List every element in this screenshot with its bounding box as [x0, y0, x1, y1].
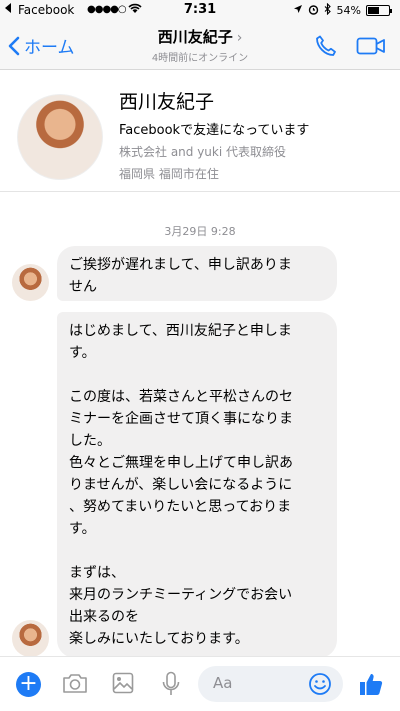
video-call-button[interactable]	[356, 37, 386, 59]
conversation-nav-bar: ホーム 西川友紀子 › 4時間前にオンライン	[0, 20, 400, 70]
location-arrow-icon	[293, 4, 303, 17]
microphone-icon	[162, 671, 180, 695]
video-camera-icon	[356, 37, 385, 55]
message-composer: + Aa	[0, 656, 400, 711]
profile-name: 西川友紀子	[119, 91, 215, 113]
smiley-icon	[309, 673, 331, 695]
message-timestamp: 3月29日 9:28	[164, 225, 236, 238]
sender-avatar[interactable]	[12, 620, 49, 657]
voice-message-button[interactable]	[162, 671, 180, 701]
plus-icon: +	[19, 671, 38, 696]
message-input-placeholder: Aa	[213, 674, 233, 692]
contact-profile-card: 西川友紀子 Facebookで友達になっています 株式会社 and yuki 代…	[0, 70, 400, 192]
emoji-button[interactable]	[308, 672, 332, 700]
photo-gallery-button[interactable]	[112, 672, 134, 698]
battery-percent: 54%	[336, 4, 361, 17]
conversation-title[interactable]: 西川友紀子 › 4時間前にオンライン	[0, 26, 400, 64]
battery-icon	[366, 5, 392, 16]
voice-call-button[interactable]	[314, 34, 338, 62]
thumbs-up-icon	[360, 674, 383, 695]
message-bubble[interactable]: はじめまして、西川友紀子と申しま す。 この度は、若菜さんと平松さんのセ ミナー…	[57, 312, 337, 658]
friend-status: Facebookで友達になっています	[119, 123, 310, 138]
chevron-right-icon: ›	[236, 30, 243, 46]
online-status: 4時間前にオンライン	[151, 53, 249, 64]
camera-icon	[63, 674, 87, 693]
profile-location: 福岡県 福岡市在住	[119, 167, 219, 181]
status-bar: Facebook ●●●●○ 7:31 54%	[0, 0, 400, 20]
more-actions-button[interactable]: +	[16, 672, 41, 697]
profile-company: 株式会社 and yuki 代表取締役	[119, 145, 287, 159]
message-bubble[interactable]: ご挨拶が遅れまして、申し訳ありま せん	[57, 246, 337, 301]
contact-name: 西川友紀子	[157, 28, 233, 46]
camera-button[interactable]	[62, 672, 88, 698]
like-button[interactable]	[358, 671, 384, 701]
phone-icon	[316, 35, 336, 56]
contact-avatar[interactable]	[17, 94, 103, 180]
bluetooth-icon	[324, 2, 332, 18]
alarm-clock-icon	[308, 4, 319, 18]
sender-avatar[interactable]	[12, 264, 49, 301]
image-icon	[112, 672, 134, 694]
